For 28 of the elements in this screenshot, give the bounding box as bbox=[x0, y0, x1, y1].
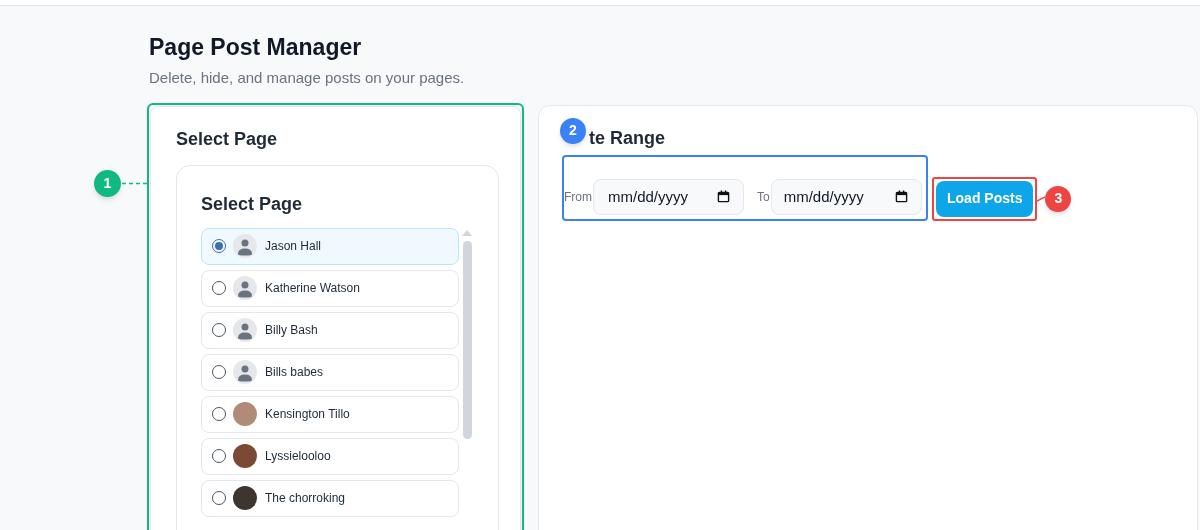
page-list-item[interactable]: Bills babes bbox=[201, 353, 459, 391]
page-list-item[interactable]: Jason Hall bbox=[201, 227, 459, 265]
annotation-badge: 2 bbox=[560, 117, 586, 144]
panel-title: Select Page bbox=[176, 127, 279, 151]
avatar-silhouette-icon bbox=[233, 276, 257, 300]
avatar-photo-placeholder bbox=[233, 402, 257, 426]
list-title: Select Page bbox=[201, 192, 304, 216]
to-date-field[interactable]: mm/dd/yyyy bbox=[770, 178, 922, 215]
avatar-photo-placeholder bbox=[233, 444, 257, 468]
page-list-item[interactable]: Billy Bash bbox=[201, 311, 459, 349]
calendar-icon[interactable] bbox=[894, 189, 908, 203]
avatar-silhouette-icon bbox=[233, 234, 257, 258]
from-date-field[interactable]: mm/dd/yyyy bbox=[593, 178, 744, 215]
to-label: To bbox=[757, 188, 770, 206]
annotation-badge: 3 bbox=[1045, 185, 1072, 212]
page-list-item[interactable]: Lyssielooloo bbox=[201, 437, 459, 475]
page-title: Page Post Manager bbox=[149, 33, 363, 62]
panel-title: te Range bbox=[589, 127, 666, 148]
from-label: From bbox=[564, 188, 592, 206]
annotation-badge: 1 bbox=[94, 170, 121, 197]
page-list-item[interactable]: Kensington Tillo bbox=[201, 395, 459, 433]
avatar-silhouette-icon bbox=[233, 318, 257, 342]
calendar-icon[interactable] bbox=[717, 189, 730, 203]
page-list-item[interactable]: The chorroking bbox=[201, 479, 459, 517]
avatar-silhouette-icon bbox=[233, 360, 257, 384]
page-subtitle: Delete, hide, and manage posts on your pages. bbox=[149, 68, 466, 88]
page-list-item[interactable]: Katherine Watson bbox=[201, 269, 459, 307]
avatar-photo-placeholder bbox=[233, 486, 257, 510]
